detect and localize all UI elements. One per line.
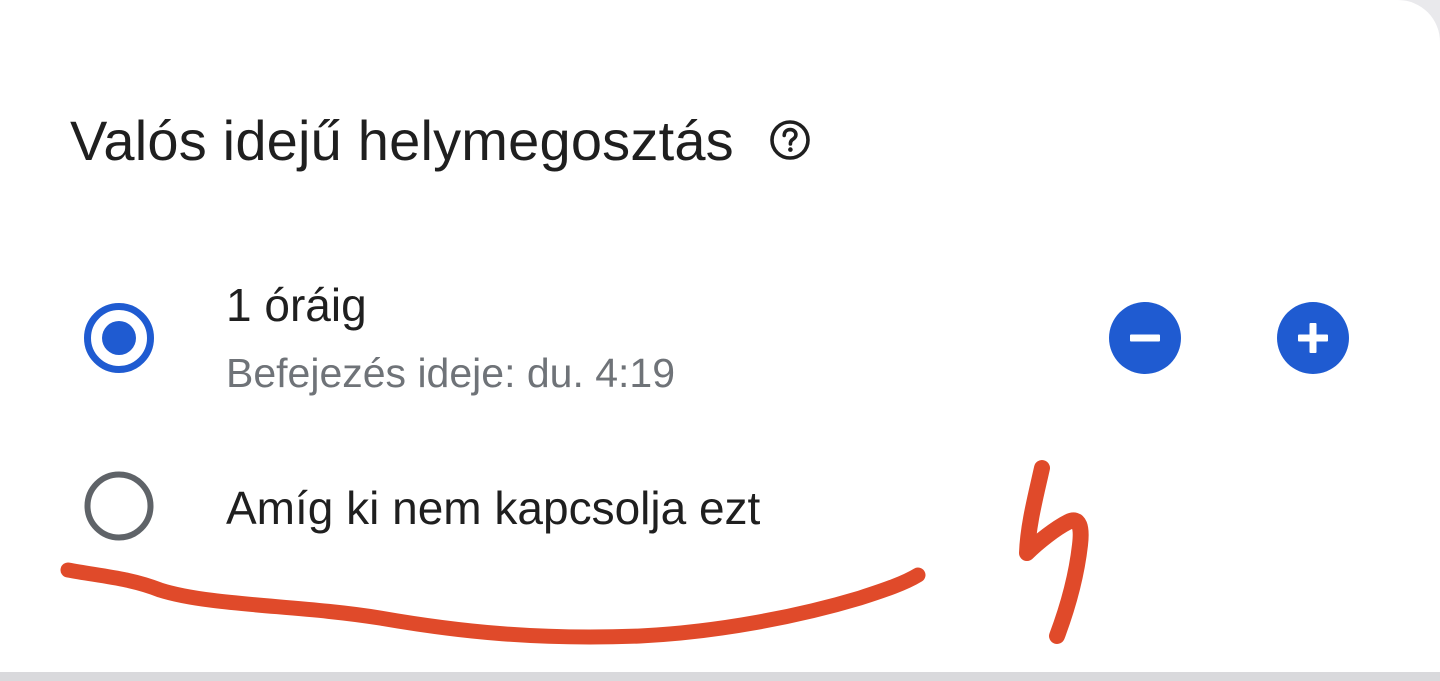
option-end-time: Befejezés ideje: du. 4:19 bbox=[226, 350, 676, 396]
decrease-duration-button[interactable] bbox=[1109, 302, 1181, 374]
minus-circle-icon bbox=[1130, 334, 1160, 342]
option-label: 1 óráig bbox=[226, 279, 367, 331]
sheet-bottom-edge bbox=[0, 672, 1440, 681]
increase-duration-button[interactable] bbox=[1277, 302, 1349, 374]
option-label: Amíg ki nem kapcsolja ezt bbox=[226, 482, 761, 534]
page-title: Valós idejű helymegosztás bbox=[70, 108, 734, 172]
radio-unselected[interactable] bbox=[83, 470, 155, 542]
plus-circle-icon bbox=[1298, 323, 1328, 353]
location-sharing-sheet: Valós idejű helymegosztás 1 óráig Befeje… bbox=[0, 0, 1440, 672]
option-one-hour[interactable]: 1 óráig Befejezés ideje: du. 4:19 bbox=[0, 262, 1440, 412]
option-until-turned-off[interactable]: Amíg ki nem kapcsolja ezt bbox=[0, 445, 1440, 565]
title-row: Valós idejű helymegosztás bbox=[70, 104, 812, 176]
help-circle-icon[interactable] bbox=[768, 118, 812, 162]
radio-selected[interactable] bbox=[83, 302, 155, 374]
